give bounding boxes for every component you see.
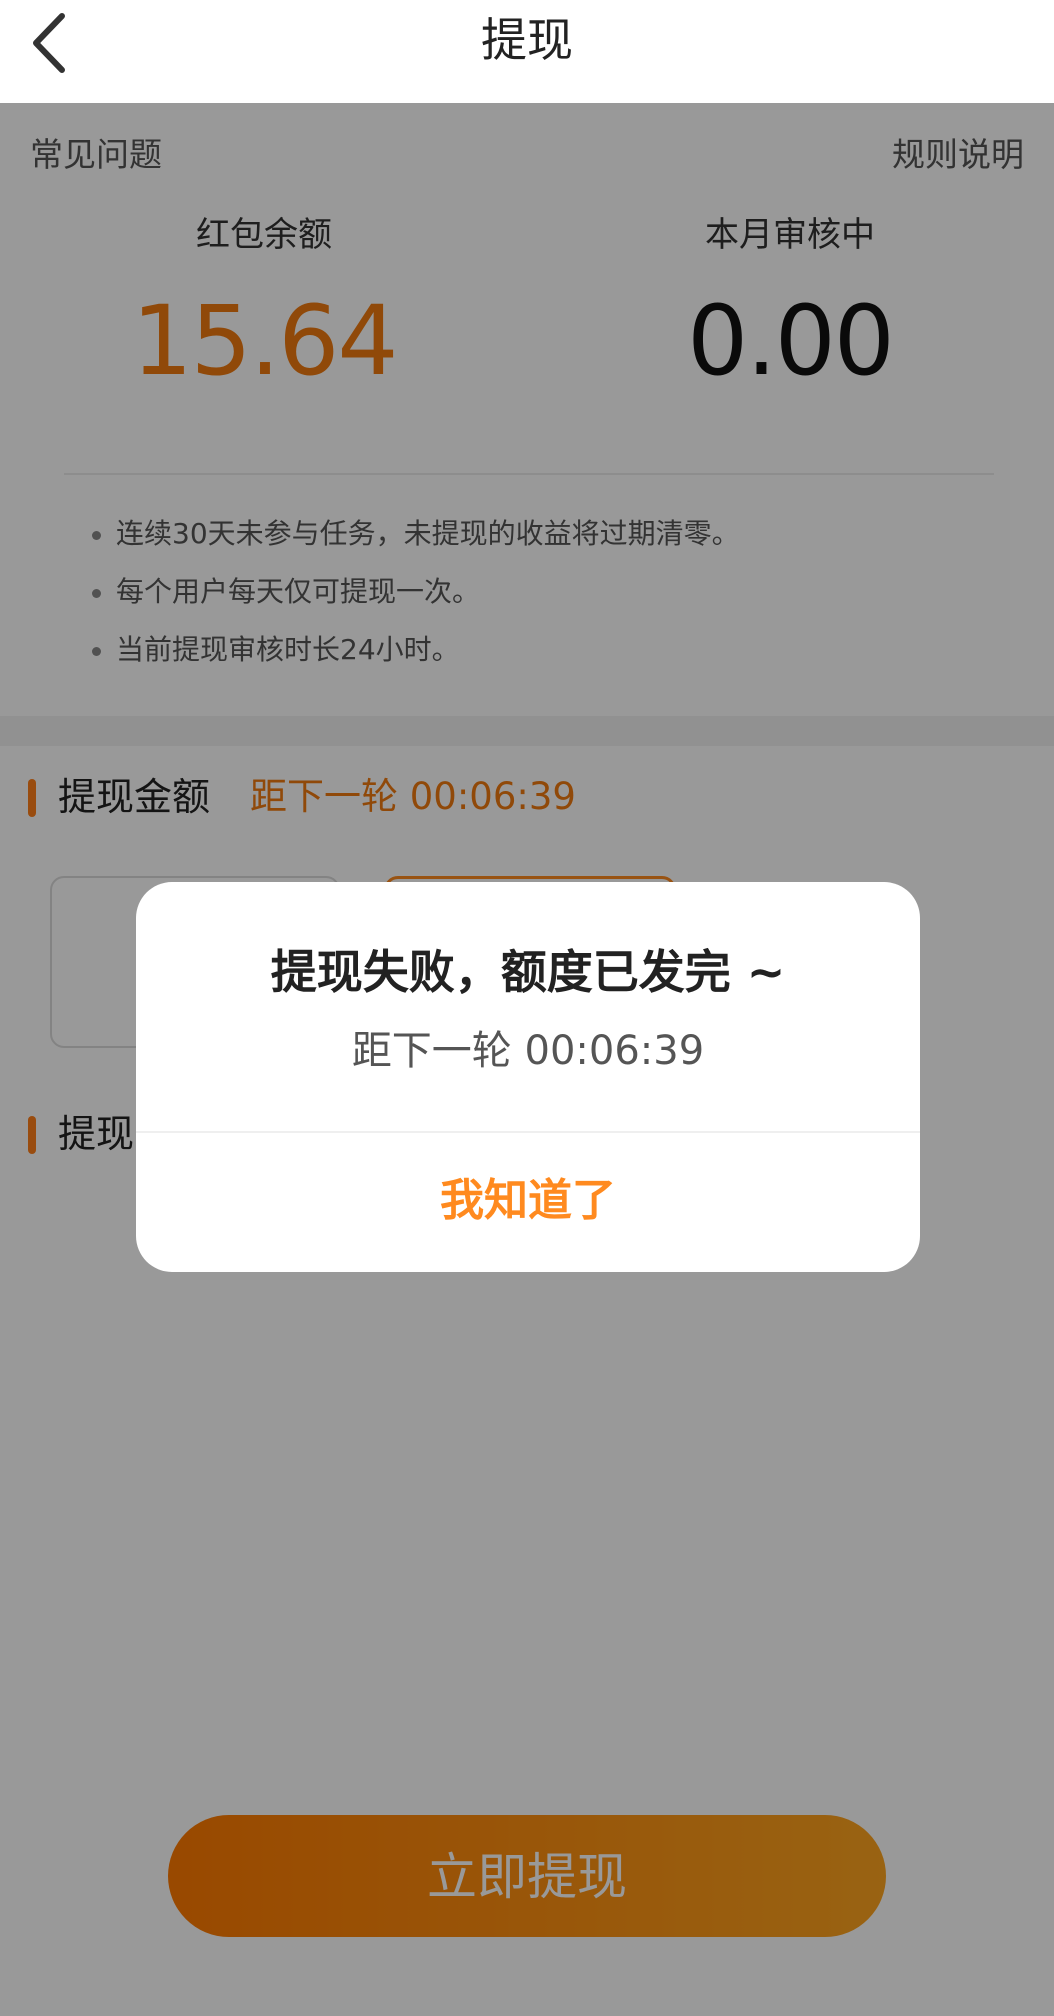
withdraw-page: 提现 常见问题 规则说明 红包余额 15.64 本月审核中 0.00 连续30天…	[0, 0, 1054, 2016]
got-it-button[interactable]: 我知道了	[136, 1133, 920, 1272]
dialog-title: 提现失败，额度已发完 ~	[270, 945, 786, 999]
dialog-countdown: 距下一轮 00:06:39	[351, 1028, 705, 1074]
page-title: 提现	[481, 13, 573, 67]
top-nav-bar: 提现	[0, 0, 1054, 103]
withdraw-failed-dialog: 提现失败，额度已发完 ~ 距下一轮 00:06:39 我知道了	[136, 882, 920, 1272]
